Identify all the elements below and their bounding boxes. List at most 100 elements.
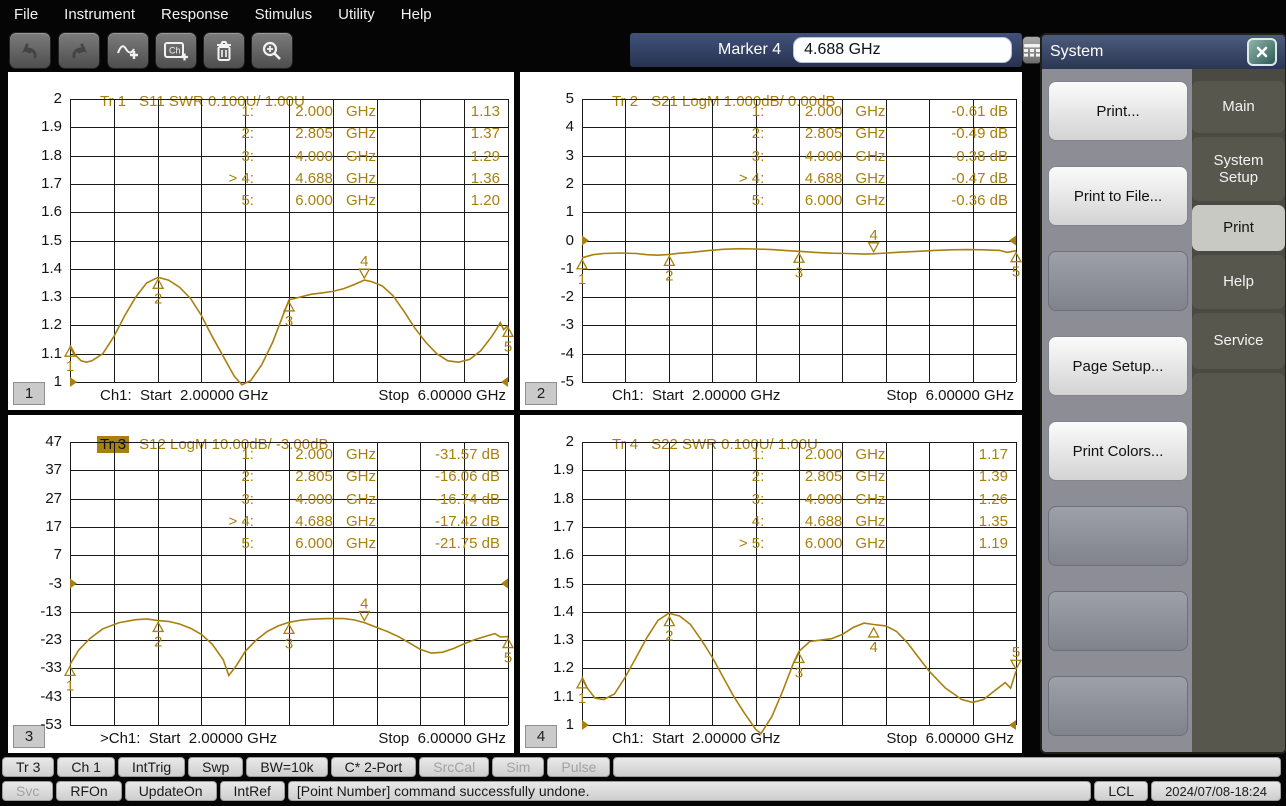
svg-text:5: 5 xyxy=(1012,264,1020,281)
svg-text:2: 2 xyxy=(154,290,162,307)
redo-icon xyxy=(68,41,90,61)
tab-print[interactable]: Print xyxy=(1192,205,1285,251)
status-bw-10k[interactable]: BW=10k xyxy=(246,757,327,777)
svg-text:3: 3 xyxy=(285,635,293,652)
marker-row-value: 1.20 xyxy=(70,192,500,209)
tab-system-setup[interactable]: SystemSetup xyxy=(1192,137,1285,201)
svg-text:2: 2 xyxy=(665,267,673,284)
panel-close-button[interactable] xyxy=(1247,38,1277,66)
status-sim: Sim xyxy=(492,757,544,777)
y-tick-label: 1.9 xyxy=(522,461,574,478)
status-svc: Svc xyxy=(2,781,53,801)
softkey-print-colors[interactable]: Print Colors... xyxy=(1048,421,1188,481)
marker-row-value: 1.37 xyxy=(70,125,500,142)
svg-text:1: 1 xyxy=(578,271,586,288)
svg-text:2: 2 xyxy=(154,633,162,650)
marker-entry-bar: Marker 4 xyxy=(630,33,1022,67)
y-tick-label: 1.8 xyxy=(522,490,574,507)
add-trace-icon xyxy=(116,40,140,62)
marker-row-value: -17.42 dB xyxy=(70,513,500,530)
status-c-2-port[interactable]: C* 2-Port xyxy=(331,757,417,777)
sweep-stop-label: Stop 6.00000 GHz xyxy=(378,387,506,404)
menu-stimulus[interactable]: Stimulus xyxy=(255,6,313,23)
y-tick-label: 1.7 xyxy=(10,175,62,192)
softkey-empty xyxy=(1048,251,1188,311)
sweep-start-label: Ch1: Start 2.00000 GHz xyxy=(100,387,268,404)
marker-row-value: 1.26 xyxy=(582,491,1008,508)
svg-text:3: 3 xyxy=(795,664,803,681)
redo-button[interactable] xyxy=(58,32,100,69)
y-tick-label: 0 xyxy=(522,232,574,249)
softkey-tab-column: MainSystemSetupPrintHelpService xyxy=(1192,69,1285,754)
softkey-print-to-file[interactable]: Print to File... xyxy=(1048,166,1188,226)
y-tick-label: -4 xyxy=(522,345,574,362)
y-tick-label: 37 xyxy=(10,461,62,478)
status-updateon[interactable]: UpdateOn xyxy=(125,781,217,801)
add-channel-button[interactable]: Ch xyxy=(155,32,197,69)
y-tick-label: 3 xyxy=(522,147,574,164)
marker-row-value: 1.36 xyxy=(70,170,500,187)
menu-file[interactable]: File xyxy=(14,6,38,23)
y-tick-label: 27 xyxy=(10,490,62,507)
add-trace-button[interactable] xyxy=(107,32,149,69)
y-tick-label: 5 xyxy=(522,90,574,107)
sweep-start-label: Ch1: Start 2.00000 GHz xyxy=(612,730,780,747)
status-point-number-command-success[interactable]: [Point Number] command successfully undo… xyxy=(288,781,1092,801)
sweep-stop-label: Stop 6.00000 GHz xyxy=(886,730,1014,747)
y-tick-label: 2 xyxy=(10,90,62,107)
y-tick-label: 1.9 xyxy=(10,118,62,135)
tab-help[interactable]: Help xyxy=(1192,255,1285,309)
y-tick-label: 1.3 xyxy=(522,631,574,648)
magnifier-plus-icon xyxy=(261,40,283,62)
svg-text:2: 2 xyxy=(665,628,673,645)
y-tick-label: -3 xyxy=(10,575,62,592)
status-ch-1[interactable]: Ch 1 xyxy=(57,757,115,777)
y-tick-label: -13 xyxy=(10,603,62,620)
y-tick-label: 1 xyxy=(522,716,574,733)
delete-button[interactable] xyxy=(203,32,245,69)
status-tr-3[interactable]: Tr 3 xyxy=(2,757,54,777)
y-tick-label: 1.5 xyxy=(522,575,574,592)
svg-text:3: 3 xyxy=(285,313,293,330)
tab-main[interactable]: Main xyxy=(1192,81,1285,133)
softkey-page-setup[interactable]: Page Setup... xyxy=(1048,336,1188,396)
y-tick-label: 17 xyxy=(10,518,62,535)
sweep-stop-label: Stop 6.00000 GHz xyxy=(886,387,1014,404)
svg-text:4: 4 xyxy=(869,639,877,656)
marker-value-input[interactable] xyxy=(793,37,1012,63)
menu-help[interactable]: Help xyxy=(401,6,432,23)
y-tick-label: -53 xyxy=(10,716,62,733)
status-inttrig[interactable]: IntTrig xyxy=(118,757,185,777)
keypad-icon xyxy=(1023,43,1041,57)
status-swp[interactable]: Swp xyxy=(188,757,243,777)
y-tick-label: 1.8 xyxy=(10,147,62,164)
svg-text:3: 3 xyxy=(795,264,803,281)
marker-row-value: -31.57 dB xyxy=(70,446,500,463)
plot-tr3-s12[interactable]: Tr 3S12 LogM 10.00dB/ -3.00dB 3 >Ch1: St… xyxy=(8,415,514,753)
status-lcl[interactable]: LCL xyxy=(1094,781,1148,801)
svg-text:5: 5 xyxy=(504,338,512,355)
marker-row-value: 1.29 xyxy=(70,148,500,165)
marker-row-value: 1.35 xyxy=(582,513,1008,530)
plot-tr4-s22[interactable]: Tr 4S22 SWR 0.100U/ 1.00U 4 Ch1: Start 2… xyxy=(520,415,1022,753)
menu-bar: File Instrument Response Stimulus Utility Hel… xyxy=(0,0,1286,28)
status-intref[interactable]: IntRef xyxy=(220,781,285,801)
tab-service[interactable]: Service xyxy=(1192,313,1285,369)
status-rfon[interactable]: RFOn xyxy=(56,781,121,801)
plot-tr1-s11[interactable]: Tr 1S11 SWR 0.100U/ 1.00U 1 Ch1: Start 2… xyxy=(8,72,514,410)
svg-text:4: 4 xyxy=(360,253,368,270)
status-2024-07-08-18-24[interactable]: 2024/07/08-18:24 xyxy=(1151,781,1281,801)
y-tick-label: 1.1 xyxy=(10,345,62,362)
undo-button[interactable] xyxy=(9,32,51,69)
menu-response[interactable]: Response xyxy=(161,6,229,23)
menu-utility[interactable]: Utility xyxy=(338,6,375,23)
svg-text:5: 5 xyxy=(504,650,512,667)
svg-text:1: 1 xyxy=(66,358,74,375)
y-tick-label: 1.2 xyxy=(522,659,574,676)
menu-instrument[interactable]: Instrument xyxy=(64,6,135,23)
y-tick-label: 1.1 xyxy=(522,688,574,705)
plot-tr2-s21[interactable]: Tr 2S21 LogM 1.000dB/ 0.00dB 2 Ch1: Star… xyxy=(520,72,1022,410)
softkey-print[interactable]: Print... xyxy=(1048,81,1188,141)
svg-text:Ch: Ch xyxy=(169,45,181,55)
zoom-button[interactable] xyxy=(251,32,293,69)
